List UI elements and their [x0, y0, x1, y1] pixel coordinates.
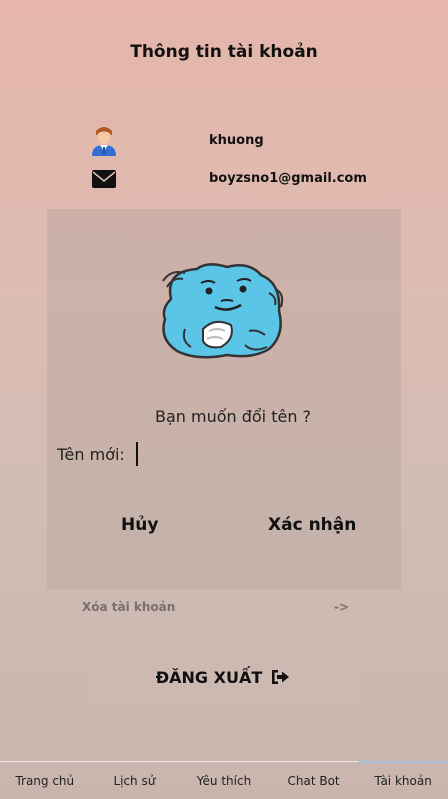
- text-caret: [136, 442, 138, 466]
- nav-item-favorites[interactable]: Yêu thích: [179, 762, 269, 799]
- envelope-icon: [92, 170, 116, 188]
- cancel-button[interactable]: Hủy: [121, 515, 158, 535]
- user-avatar-icon: [92, 127, 116, 156]
- delete-account-row[interactable]: Xóa tài khoản ->: [47, 596, 401, 620]
- sign-out-icon: [272, 670, 290, 684]
- email-row: boyzsno1@gmail.com: [0, 164, 448, 194]
- nav-item-home[interactable]: Trang chủ: [0, 762, 90, 799]
- logout-label: ĐĂNG XUẤT: [155, 667, 263, 687]
- mascot-illustration: [162, 263, 284, 359]
- bottom-nav: Trang chủ Lịch sử Yêu thích Chat Bot Tài…: [0, 761, 448, 799]
- logout-button[interactable]: ĐĂNG XUẤT: [91, 649, 355, 705]
- new-name-input[interactable]: [133, 439, 388, 469]
- rename-dialog: Bạn muốn đổi tên ? Tên mới: Hủy Xác nhận: [47, 209, 401, 589]
- nav-item-chatbot[interactable]: Chat Bot: [269, 762, 359, 799]
- confirm-button[interactable]: Xác nhận: [268, 515, 356, 535]
- rename-prompt: Bạn muốn đổi tên ?: [154, 407, 312, 426]
- username-row: khuong: [0, 126, 448, 156]
- new-name-label: Tên mới:: [57, 445, 125, 464]
- delete-account-label: Xóa tài khoản: [82, 600, 176, 614]
- nav-item-history[interactable]: Lịch sử: [90, 762, 180, 799]
- email-value: boyzsno1@gmail.com: [209, 171, 367, 186]
- nav-item-account[interactable]: Tài khoản: [358, 761, 448, 799]
- page-title: Thông tin tài khoản: [130, 42, 318, 62]
- delete-account-arrow: ->: [334, 600, 350, 614]
- username-value: khuong: [209, 133, 264, 148]
